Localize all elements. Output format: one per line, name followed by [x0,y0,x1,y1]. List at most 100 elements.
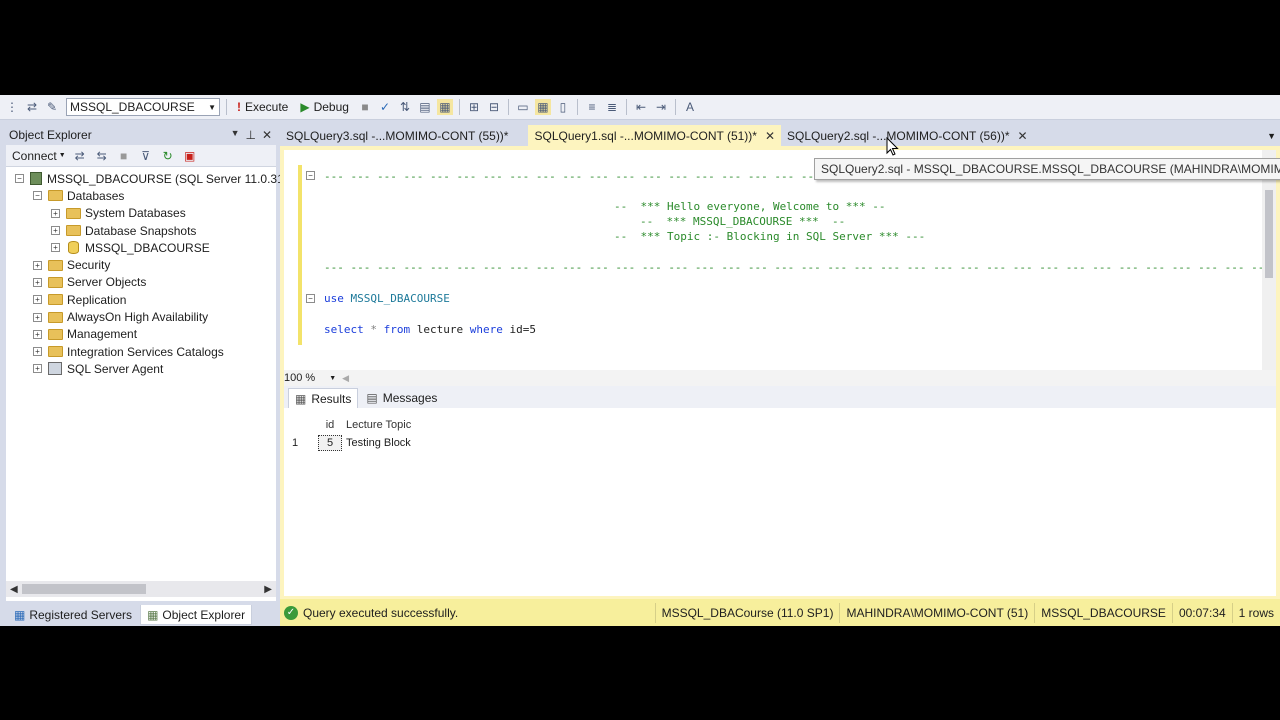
pin-icon[interactable]: ⊥ [245,128,255,142]
column-header[interactable]: Lecture Topic [342,419,418,431]
results-to-file-icon[interactable]: ▯ [555,99,571,115]
results-grid[interactable]: id Lecture Topic 1 5 Testing Block [288,416,418,452]
debug-label: Debug [313,100,349,114]
tab-messages[interactable]: ▤ Messages [360,388,443,408]
tree-node-server-objects[interactable]: + Server Objects [6,274,276,291]
tree-node-system-databases[interactable]: + System Databases [6,205,276,222]
tree-node-database-snapshots[interactable]: + Database Snapshots [6,222,276,239]
tab-overflow-icon[interactable]: ▼ [1267,131,1276,141]
results-to-grid-icon[interactable]: ▦ [534,99,551,115]
object-explorer-icon: ▦ [147,607,159,622]
scrollbar-thumb[interactable] [1265,190,1273,278]
decrease-indent-icon[interactable]: ⇤ [633,99,649,115]
toolbar-separator [625,99,627,115]
expand-icon[interactable]: + [33,347,42,357]
column-header[interactable]: id [318,419,342,431]
stop-icon[interactable]: ■ [116,148,132,164]
execute-button[interactable]: ! Execute [233,100,292,114]
comment-icon[interactable]: ≡ [584,99,600,115]
increase-indent-icon[interactable]: ⇥ [653,99,669,115]
expand-icon[interactable]: + [33,295,42,305]
sql-editor[interactable]: − − --- --- --- --- --- --- --- --- --- … [284,150,1280,370]
tree-node-alwayson[interactable]: + AlwaysOn High Availability [6,308,276,325]
stop-icon[interactable]: ■ [357,99,373,115]
folder-icon [48,346,63,358]
change-connection-icon[interactable]: ✎ [44,99,60,115]
table-row[interactable]: 1 5 Testing Block [288,434,418,452]
keyword: from [383,323,411,336]
tab-results[interactable]: ▦ Results [288,388,359,408]
execute-label: Execute [245,100,289,114]
collapse-icon[interactable]: − [33,191,42,201]
disconnect-icon[interactable]: ⇆ [94,148,110,164]
grid-cell[interactable]: 5 [318,435,342,451]
tree-node-databases[interactable]: − Databases [6,187,276,204]
scroll-left-icon[interactable]: ◀ [10,584,18,595]
scroll-left-icon[interactable]: ◀ [342,373,349,384]
tab-label: SQLQuery1.sql -...MOMIMO-CONT (51))* [534,128,757,143]
tab-sqlquery1[interactable]: SQLQuery1.sql -...MOMIMO-CONT (51))* ✕ [528,125,782,146]
tree-node-label: Replication [67,292,127,307]
tree-node-security[interactable]: + Security [6,256,276,273]
dropdown-icon[interactable]: ▼ [231,128,240,142]
expand-icon[interactable]: + [33,364,42,374]
tab-registered-servers[interactable]: ▦ Registered Servers [8,605,138,625]
display-plan-icon[interactable]: ⇅ [397,99,413,115]
expand-icon[interactable]: + [33,277,42,287]
tree-node-sql-server-agent[interactable]: + SQL Server Agent [6,360,276,377]
tree-node-replication[interactable]: + Replication [6,291,276,308]
object-explorer-toolbar: Connect ▼ ⇄ ⇆ ■ ⊽ ↻ ▣ [6,145,276,167]
activity-monitor-icon[interactable]: ▣ [182,148,198,164]
status-message-text: Query executed successfully. [303,605,459,620]
expand-icon[interactable]: + [33,312,42,322]
intellisense-icon[interactable]: ▦ [436,99,453,115]
grid-header-row: id Lecture Topic [288,416,418,434]
vertical-scrollbar[interactable] [1262,150,1276,370]
collapse-icon[interactable]: − [15,174,24,184]
close-icon[interactable]: ✕ [765,129,775,143]
zoom-value: 100 % [284,372,316,384]
results-to-text-icon[interactable]: ▭ [515,99,531,115]
tree-node-label: Databases [67,188,125,203]
scroll-right-icon[interactable]: ▶ [264,584,272,595]
tree-node-label: SQL Server Agent [67,361,164,376]
uncomment-icon[interactable]: ≣ [604,99,620,115]
parse-check-icon[interactable]: ✓ [377,99,393,115]
tree-node-management[interactable]: + Management [6,326,276,343]
expand-icon[interactable]: + [51,226,60,236]
tab-object-explorer[interactable]: ▦ Object Explorer [140,605,253,625]
tree-node-integration-services[interactable]: + Integration Services Catalogs [6,343,276,360]
folder-icon [48,276,63,288]
tree-node-server[interactable]: − MSSQL_DBACOURSE (SQL Server 11.0.3156 … [6,170,304,187]
connect-button[interactable]: Connect ▼ [12,149,66,163]
expand-icon[interactable]: + [33,260,42,270]
horizontal-scrollbar[interactable]: ◀ ▶ [6,581,276,597]
close-icon[interactable]: ✕ [262,128,272,142]
tab-sqlquery3[interactable]: SQLQuery3.sql -...MOMIMO-CONT (55))* [280,125,514,146]
tab-sqlquery2[interactable]: SQLQuery2.sql -...MOMIMO-CONT (56))* ✕ [781,125,1034,146]
tree-node-label: Management [67,327,138,342]
code-line: -- *** Hello everyone, Welcome to *** -- [614,200,886,213]
expand-icon[interactable]: + [33,329,42,339]
expand-icon[interactable]: + [51,243,60,253]
collapse-icon[interactable]: − [306,294,315,303]
object-explorer-tree: − MSSQL_DBACOURSE (SQL Server 11.0.3156 … [6,167,304,378]
specify-values-icon[interactable]: A [682,99,698,115]
tree-node-mssql-dbacourse[interactable]: + MSSQL_DBACOURSE [6,239,276,256]
collapse-icon[interactable]: − [306,171,315,180]
include-plan-icon[interactable]: ⊞ [466,99,482,115]
filter-icon[interactable]: ⊽ [138,148,154,164]
zoom-selector[interactable]: 100 % ▼ [284,372,336,384]
refresh-icon[interactable]: ↻ [160,148,176,164]
expand-icon[interactable]: + [51,208,60,218]
database-selector[interactable]: MSSQL_DBACOURSE ▼ [66,98,220,116]
client-stats-icon[interactable]: ⊟ [486,99,502,115]
query-designer-icon[interactable]: ▤ [417,99,433,115]
scrollbar-thumb[interactable] [22,584,146,594]
connect-query-icon[interactable]: ⇄ [24,99,40,115]
debug-button[interactable]: ▶ Debug [296,100,353,114]
status-rows: 1 rows [1231,602,1280,623]
grid-cell[interactable]: Testing Block [342,437,418,449]
connect-icon[interactable]: ⇄ [72,148,88,164]
close-icon[interactable]: ✕ [1018,129,1028,143]
